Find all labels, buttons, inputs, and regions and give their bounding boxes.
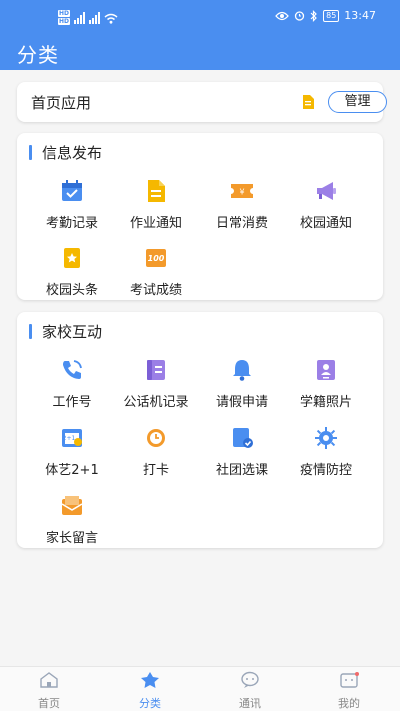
grid-item-label: 公话机记录 bbox=[123, 395, 189, 410]
status-bar: HD HD 85 13:47 bbox=[0, 6, 400, 30]
clock-icon bbox=[147, 429, 165, 447]
app-header: HD HD 85 13:47 分类 bbox=[0, 0, 400, 70]
mailbox-icon bbox=[61, 496, 83, 515]
grid-item-exam-scores[interactable]: 100 考试成绩 bbox=[111, 245, 201, 298]
section-card-info: 信息发布 考勤记录 作业通知 ¥ 日常消费 校园通知 校园头条 100 考试成绩 bbox=[17, 133, 383, 300]
grid-item-label: 社团选课 bbox=[215, 463, 268, 478]
grid-item-student-photo[interactable]: 学籍照片 bbox=[281, 357, 371, 410]
tab-label: 通讯 bbox=[239, 697, 261, 710]
grid-item-label: 请假申请 bbox=[215, 395, 268, 410]
section-accent-bar bbox=[29, 145, 32, 160]
battery-icon: 85 bbox=[323, 9, 340, 22]
grid-item-label: 考试成绩 bbox=[129, 283, 182, 298]
grid-item-label: 校园通知 bbox=[299, 216, 352, 231]
bell-icon bbox=[233, 360, 251, 381]
calendar-check-icon bbox=[62, 180, 82, 201]
grid-item-leave-request[interactable]: 请假申请 bbox=[197, 357, 287, 410]
grid-item-label: 考勤记录 bbox=[45, 216, 98, 231]
schedule-icon: 2+1 bbox=[62, 429, 82, 447]
grid-item-label: 日常消费 bbox=[215, 216, 268, 231]
section-card-home-school: 家校互动 工作号 公话机记录 请假申请 学籍照片 2+1 体艺2+1 打卡 社团… bbox=[17, 312, 383, 548]
tab-home[interactable]: 首页 bbox=[19, 671, 79, 711]
signal-icon-2 bbox=[89, 12, 101, 24]
grid-item-label: 体艺2+1 bbox=[45, 463, 99, 478]
page-title: 分类 bbox=[17, 43, 59, 67]
section-header: 家校互动 bbox=[29, 321, 102, 342]
svg-text:100: 100 bbox=[148, 254, 165, 263]
grid-item-payphone-records[interactable]: 公话机记录 bbox=[111, 357, 201, 410]
status-bar-left: HD HD bbox=[58, 10, 118, 26]
grid-item-label: 家长留言 bbox=[45, 531, 98, 546]
svg-text:2+1: 2+1 bbox=[63, 435, 76, 442]
grid-item-label: 校园头条 bbox=[45, 283, 98, 298]
grid-item-label: 打卡 bbox=[142, 463, 169, 478]
alarm-icon bbox=[294, 11, 305, 21]
tab-label: 我的 bbox=[338, 697, 360, 710]
manage-button[interactable]: 管理 bbox=[328, 91, 387, 113]
grid-item-label: 疫情防控 bbox=[299, 463, 352, 478]
bluetooth-icon bbox=[310, 9, 317, 22]
document-icon bbox=[148, 180, 165, 202]
grid-item-label: 作业通知 bbox=[129, 216, 182, 231]
document-icon bbox=[303, 95, 314, 109]
profile-icon bbox=[340, 672, 359, 688]
section-title: 信息发布 bbox=[42, 144, 103, 162]
grid-item-headlines[interactable]: 校园头条 bbox=[27, 245, 117, 298]
score-100-icon: 100 bbox=[146, 249, 166, 267]
grid-item-label: 工作号 bbox=[52, 395, 92, 410]
category-icon bbox=[141, 672, 159, 688]
grid-item-campus-notice[interactable]: 校园通知 bbox=[281, 178, 371, 231]
tab-profile[interactable]: 我的 bbox=[319, 671, 379, 711]
home-apps-card: 首页应用 管理 bbox=[17, 82, 387, 122]
chat-icon bbox=[241, 671, 259, 688]
tab-contacts[interactable]: 通讯 bbox=[220, 671, 280, 711]
bookmark-star-icon bbox=[64, 248, 80, 268]
grid-item-label: 学籍照片 bbox=[299, 395, 352, 410]
status-time: 13:47 bbox=[344, 9, 376, 22]
wifi-icon bbox=[104, 13, 118, 24]
home-apps-label: 首页应用 bbox=[31, 94, 92, 112]
hd-icon: HD HD bbox=[58, 10, 71, 25]
tab-label: 首页 bbox=[38, 697, 60, 710]
grid-item-attendance[interactable]: 考勤记录 bbox=[27, 178, 117, 231]
notebook-icon bbox=[147, 360, 165, 380]
signal-icon bbox=[74, 12, 86, 24]
ticket-yen-icon: ¥ bbox=[231, 184, 253, 198]
virus-gear-icon bbox=[315, 427, 337, 449]
section-accent-bar bbox=[29, 324, 32, 339]
book-check-icon bbox=[233, 428, 253, 448]
status-bar-right: 85 13:47 bbox=[275, 9, 376, 22]
tab-label: 分类 bbox=[139, 697, 161, 710]
eye-icon bbox=[275, 11, 289, 20]
bottom-tab-bar: 首页 分类 通讯 我的 bbox=[0, 666, 400, 711]
grid-item-check-in[interactable]: 打卡 bbox=[111, 425, 201, 478]
grid-item-club-courses[interactable]: 社团选课 bbox=[197, 425, 287, 478]
grid-item-sports-arts[interactable]: 2+1 体艺2+1 bbox=[27, 425, 117, 478]
megaphone-icon bbox=[317, 182, 336, 200]
home-icon bbox=[40, 672, 58, 688]
section-title: 家校互动 bbox=[42, 323, 103, 341]
phone-icon bbox=[63, 360, 82, 379]
grid-item-consumption[interactable]: ¥ 日常消费 bbox=[197, 178, 287, 231]
grid-item-homework[interactable]: 作业通知 bbox=[111, 178, 201, 231]
tab-category[interactable]: 分类 bbox=[120, 671, 180, 711]
grid-item-work-number[interactable]: 工作号 bbox=[27, 357, 117, 410]
section-header: 信息发布 bbox=[29, 142, 102, 163]
grid-item-parent-message[interactable]: 家长留言 bbox=[27, 493, 117, 546]
id-card-icon bbox=[317, 360, 335, 380]
svg-text:¥: ¥ bbox=[239, 188, 244, 197]
grid-item-epidemic-control[interactable]: 疫情防控 bbox=[281, 425, 371, 478]
